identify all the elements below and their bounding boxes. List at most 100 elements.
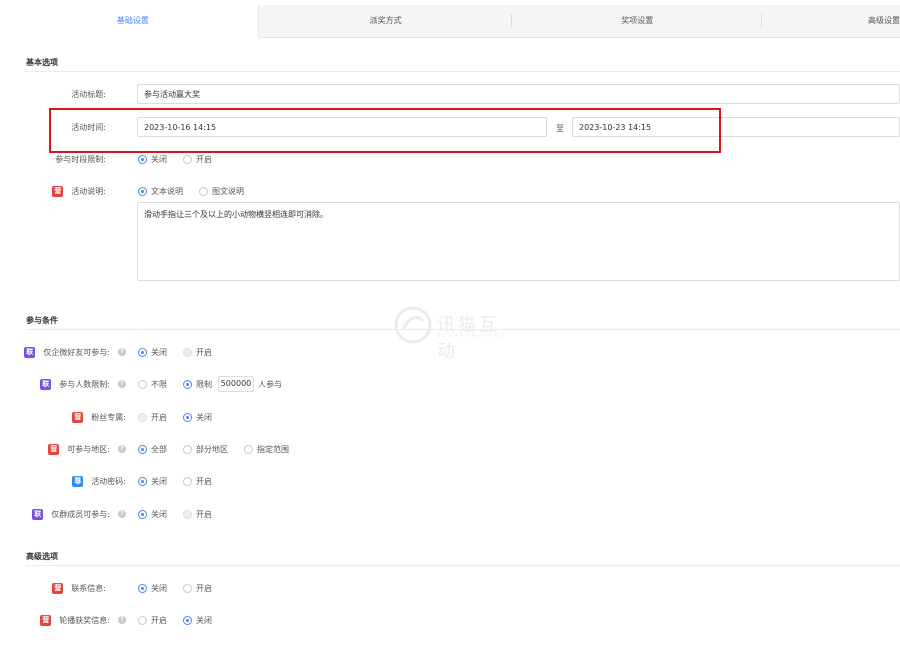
label-text: 仅企微好友可参与: [43,347,110,357]
radio-dot [138,154,147,164]
winner-broadcast-off-radio[interactable]: 关闭 [183,615,212,626]
radio-dot [183,615,192,625]
activity-desc-textarea[interactable]: 滑动手指让三个及以上的小动物横竖相连即可消除。 [137,202,900,281]
section-title-conditions: 参与条件 [26,316,58,325]
help-icon[interactable]: ? [118,510,126,518]
link-badge: 联 [24,346,36,358]
start-time-input[interactable]: 2023-10-16 14:15 [137,117,547,137]
radio-label: 开启 [196,583,212,593]
tab-advanced-settings[interactable]: 高级设置 [762,5,900,37]
end-time-input[interactable]: 2023-10-23 14:15 [572,117,900,137]
help-icon[interactable]: ? [118,380,126,388]
people-limit-suffix: 人参与 [258,379,282,389]
radio-dot [183,583,192,593]
region-range-radio[interactable]: 指定范围 [244,444,289,455]
label-text: 可参与地区: [67,444,110,454]
password-label: 尊 活动密码: [20,473,126,489]
label-text: 参与时段限制: [55,154,106,164]
radio-label: 开启 [151,412,167,422]
winner-broadcast-radio-group: 开启 关闭 [138,612,228,628]
label-text: 联系信息: [71,583,106,593]
radio-dot [138,186,147,196]
tab-basic-settings[interactable]: 基础设置 [8,5,259,38]
people-limit-count-input[interactable]: 500000 [218,376,254,392]
winner-broadcast-label: 营 轮播获奖信息: ? [20,612,126,628]
radio-label: 关闭 [151,347,167,357]
radio-label: 全部 [151,444,167,454]
radio-label: 关闭 [151,583,167,593]
winner-broadcast-on-radio[interactable]: 开启 [138,615,167,626]
activity-title-input[interactable]: 参与活动赢大奖 [137,84,900,104]
watermark-subtext: XUNMAOHUDONG [437,333,507,339]
help-icon[interactable]: ? [118,445,126,453]
contact-on-radio[interactable]: 开启 [183,583,212,594]
region-all-radio[interactable]: 全部 [138,444,167,455]
radio-dot [183,347,192,357]
radio-dot [138,476,147,486]
label-text: 参与人数限制: [59,379,110,389]
link-badge: 联 [32,508,44,520]
contact-off-radio[interactable]: 关闭 [138,583,167,594]
radio-dot [138,347,147,357]
wechat-friend-off-radio[interactable]: 关闭 [138,347,167,358]
region-partial-radio[interactable]: 部分地区 [183,444,228,455]
radio-dot [244,444,253,454]
radio-label: 指定范围 [257,444,289,454]
desc-type-radio-group: 文本说明 图文说明 [138,183,260,199]
link-badge: 联 [40,378,52,390]
marketing-badge: 营 [52,185,64,197]
desc-text-radio[interactable]: 文本说明 [138,186,183,197]
radio-label: 部分地区 [196,444,228,454]
label-text: 活动密码: [91,476,126,486]
wechat-friend-on-radio[interactable]: 开启 [183,347,212,358]
section-divider [26,565,900,566]
contact-info-radio-group: 关闭 开启 [138,580,228,596]
tab-label: 基础设置 [116,16,149,25]
help-icon[interactable]: ? [118,348,126,356]
tab-prize-method[interactable]: 派奖方式 [259,5,513,37]
radio-dot [138,583,147,593]
marketing-badge: 营 [52,582,64,594]
watermark-text: 讯猫互动 [437,315,500,362]
password-off-radio[interactable]: 关闭 [138,476,167,487]
radio-label: 关闭 [151,154,167,164]
time-limit-on-radio[interactable]: 开启 [183,154,212,165]
password-on-radio[interactable]: 开启 [183,476,212,487]
time-limit-label: 参与时段限制: [20,151,106,167]
section-divider [26,329,900,330]
label-text: 仅群成员可参与: [51,509,110,519]
label-text: 轮播获奖信息: [59,615,110,625]
radio-dot [183,379,192,389]
radio-label: 开启 [196,347,212,357]
time-range-separator: 至 [556,124,564,133]
label-text: 活动说明: [71,186,106,196]
radio-dot [183,509,192,519]
radio-label: 开启 [196,476,212,486]
desc-image-radio[interactable]: 图文说明 [199,186,244,197]
radio-label: 关闭 [151,509,167,519]
marketing-badge: 营 [40,614,52,626]
wechat-friend-radio-group: 关闭 开启 [138,344,228,360]
radio-label: 关闭 [151,476,167,486]
radio-label: 不限 [151,379,167,389]
fans-only-off-radio[interactable]: 关闭 [183,412,212,423]
radio-dot [183,476,192,486]
help-icon[interactable]: ? [118,616,126,624]
fans-only-radio-group: 开启 关闭 [138,409,228,425]
group-member-on-radio[interactable]: 开启 [183,509,212,520]
tab-prize-settings[interactable]: 奖项设置 [512,5,763,37]
radio-label: 文本说明 [151,186,183,196]
people-unlimited-radio[interactable]: 不限 [138,379,167,390]
people-limit-label: 联 参与人数限制: ? [20,376,126,392]
radio-dot [183,412,192,422]
group-member-off-radio[interactable]: 关闭 [138,509,167,520]
radio-dot [183,154,192,164]
radio-dot [183,444,192,454]
fans-only-on-radio[interactable]: 开启 [138,412,167,423]
time-limit-off-radio[interactable]: 关闭 [138,154,167,165]
radio-dot [138,509,147,519]
radio-dot [138,444,147,454]
people-limited-radio[interactable]: 限制 [183,379,212,390]
radio-label: 开启 [196,154,212,164]
label-text: 活动标题: [71,89,106,99]
